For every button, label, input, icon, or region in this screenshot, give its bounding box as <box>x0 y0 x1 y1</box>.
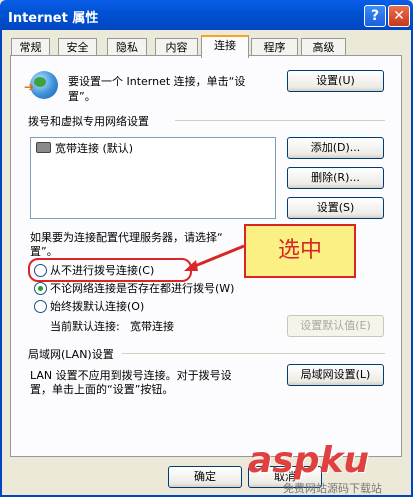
radio-dial-when-no-network[interactable] <box>34 282 47 295</box>
current-default-value: 宽带连接 <box>130 320 174 333</box>
callout-box: 选中 <box>244 224 356 278</box>
list-item[interactable]: 宽带连接 (默认) <box>55 140 133 156</box>
arrow-icon: ➔ <box>24 80 35 94</box>
lan-text-line2: 置，单击上面的“设置”按钮。 <box>30 383 174 396</box>
settings-button[interactable]: 设置(S) <box>287 197 384 219</box>
proxy-note-line2: 置”。 <box>30 245 58 258</box>
radio-dial-when-no-network-label[interactable]: 不论网络连接是否存在都进行拨号(W) <box>50 280 234 296</box>
set-default-button[interactable]: 设置默认值(E) <box>287 315 384 337</box>
radio-always-dial-label[interactable]: 始终拨默认连接(O) <box>50 298 144 314</box>
tab-general[interactable]: 常规 <box>11 38 50 56</box>
current-default-label: 当前默认连接: <box>50 320 120 333</box>
watermark-logo: aspku <box>248 440 370 481</box>
globe-icon <box>30 71 58 99</box>
callout-arrow <box>184 244 245 271</box>
tab-privacy[interactable]: 隐私 <box>107 38 147 56</box>
tab-programs[interactable]: 程序 <box>251 38 298 56</box>
watermark-subtitle: 免费网站源码下载站 <box>283 482 382 495</box>
highlight-ring <box>28 258 192 282</box>
tab-connections[interactable]: 连接 <box>201 35 249 58</box>
tab-security[interactable]: 安全 <box>58 38 97 56</box>
dialup-group-label: 拨号和虚拟专用网络设置 <box>28 115 149 128</box>
lan-group-label: 局域网(LAN)设置 <box>28 348 114 361</box>
dialup-group-line <box>175 120 385 121</box>
tab-content[interactable]: 内容 <box>155 38 198 56</box>
lan-group-line <box>122 353 385 354</box>
setup-button[interactable]: 设置(U) <box>287 70 384 92</box>
modem-icon <box>36 142 51 153</box>
ok-button[interactable]: 确定 <box>168 466 242 488</box>
lan-settings-button[interactable]: 局域网设置(L) <box>287 364 384 386</box>
close-button[interactable]: ✕ <box>388 5 410 27</box>
callout-text: 选中 <box>277 238 322 263</box>
radio-always-dial[interactable] <box>34 300 47 313</box>
setup-text-line2: 置”。 <box>68 90 96 103</box>
window-title: Internet 属性 <box>8 11 99 26</box>
setup-text-line1: 要设置一个 Internet 连接，单击“设 <box>68 75 246 88</box>
help-button[interactable]: ? <box>364 5 386 27</box>
add-button[interactable]: 添加(D)... <box>287 137 384 159</box>
remove-button[interactable]: 删除(R)... <box>287 167 384 189</box>
tab-advanced[interactable]: 高级 <box>301 38 346 56</box>
